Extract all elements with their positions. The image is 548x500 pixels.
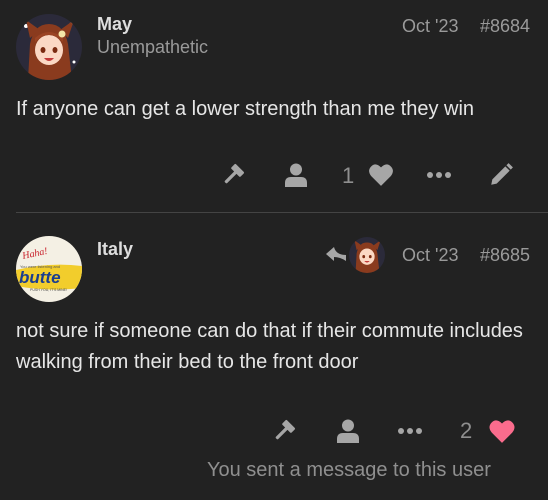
like-count[interactable]: 2 bbox=[460, 418, 472, 444]
reply-to-indicator[interactable] bbox=[325, 244, 347, 266]
edit-post-button[interactable] bbox=[486, 160, 516, 190]
ellipsis-icon bbox=[398, 428, 422, 434]
heart-icon bbox=[369, 164, 393, 186]
more-actions-button[interactable] bbox=[424, 160, 454, 190]
user-title: Unempathetic bbox=[97, 37, 209, 57]
admin-hammer-button[interactable] bbox=[269, 416, 299, 446]
pencil-icon bbox=[491, 163, 513, 185]
post-date[interactable]: Oct '23 bbox=[402, 245, 458, 266]
post-date[interactable]: Oct '23 bbox=[402, 16, 458, 37]
user-icon bbox=[337, 419, 359, 443]
hammer-icon bbox=[275, 419, 296, 440]
hammer-icon bbox=[224, 163, 245, 184]
user-card-button[interactable] bbox=[333, 416, 363, 446]
post-body: not sure if someone can do that if their… bbox=[16, 320, 523, 373]
ellipsis-icon bbox=[427, 172, 451, 178]
user-card-button[interactable] bbox=[281, 160, 311, 190]
user-icon bbox=[285, 163, 307, 187]
username[interactable]: May bbox=[97, 14, 132, 35]
post-8684: May Unempathetic Oct '23 #8684 If anyone… bbox=[0, 0, 548, 212]
post-8685: Haha! You were listening and butte PUSH … bbox=[0, 213, 548, 500]
heart-icon bbox=[489, 419, 515, 443]
more-actions-button[interactable] bbox=[395, 416, 425, 446]
post-body: If anyone can get a lower strength than … bbox=[16, 98, 475, 120]
like-count[interactable]: 1 bbox=[342, 163, 354, 189]
avatar-text-main: butte bbox=[19, 268, 61, 287]
admin-hammer-button[interactable] bbox=[218, 160, 248, 190]
avatar-text-bottom: PUSH YOU, IT'S MINE! bbox=[30, 288, 67, 292]
user-notice: You sent a message to this user bbox=[207, 459, 491, 481]
like-button-liked[interactable] bbox=[486, 416, 518, 446]
reply-to-avatar-may[interactable] bbox=[349, 237, 385, 273]
like-button[interactable] bbox=[366, 160, 396, 190]
avatar-may[interactable] bbox=[16, 14, 82, 80]
post-number[interactable]: #8684 bbox=[480, 16, 530, 37]
avatar-italy[interactable]: Haha! You were listening and butte PUSH … bbox=[16, 236, 82, 302]
username[interactable]: Italy bbox=[97, 239, 133, 260]
reply-arrow-icon bbox=[326, 247, 346, 261]
post-number[interactable]: #8685 bbox=[480, 245, 530, 266]
